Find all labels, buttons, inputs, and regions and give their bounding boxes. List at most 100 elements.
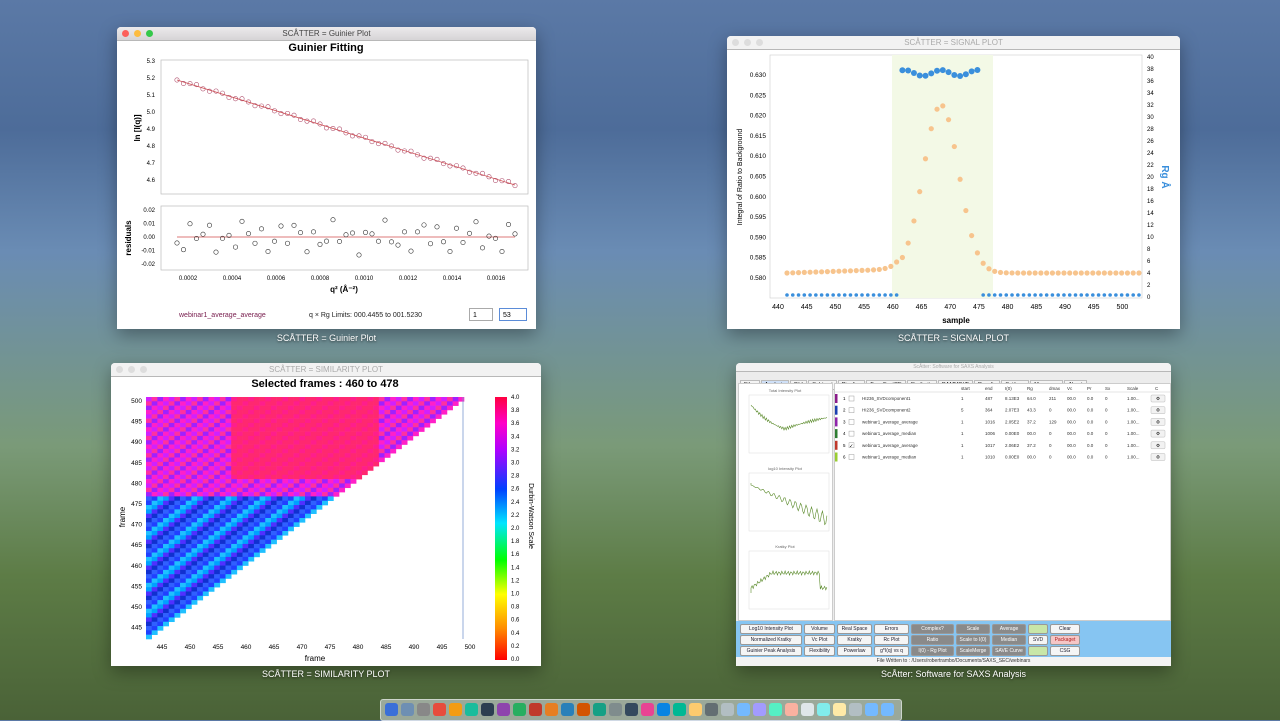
zoom-button[interactable]: [140, 366, 147, 373]
scatter-app-window[interactable]: ScÅtter: Software for SAXS Analysis File…: [736, 363, 1171, 666]
dock-app-icon[interactable]: [609, 703, 622, 716]
dock-app-icon[interactable]: [657, 703, 670, 716]
row-checkbox[interactable]: [848, 430, 855, 437]
dock-app-icon[interactable]: [801, 703, 814, 716]
dock-app-icon[interactable]: [465, 703, 478, 716]
signal-point: [1090, 270, 1096, 276]
btn-blank[interactable]: [1028, 646, 1048, 656]
btn-average[interactable]: Average: [992, 624, 1026, 634]
close-button[interactable]: [732, 39, 739, 46]
minimize-button[interactable]: [128, 366, 135, 373]
btn-vc-plot[interactable]: Vc Plot: [804, 635, 835, 645]
close-button[interactable]: [116, 366, 123, 373]
end-spinner[interactable]: 53: [499, 308, 527, 321]
dock-app-icon[interactable]: [865, 703, 878, 716]
dock-app-icon[interactable]: [529, 703, 542, 716]
btn-real-space[interactable]: Real Space: [837, 624, 872, 634]
btn-save-curve[interactable]: SAVE Curve: [992, 646, 1026, 656]
residual-point: [174, 240, 180, 246]
dock-app-icon[interactable]: [577, 703, 590, 716]
btn-scale[interactable]: Scale: [956, 624, 990, 634]
btn-flexibility[interactable]: Flexibility: [804, 646, 835, 656]
minimize-button[interactable]: [744, 39, 751, 46]
minimize-button[interactable]: [134, 30, 141, 37]
btn-errors[interactable]: Errors: [874, 624, 909, 634]
signal-point: [905, 240, 911, 246]
dock-app-icon[interactable]: [481, 703, 494, 716]
dock-app-icon[interactable]: [417, 703, 430, 716]
color-scale-bar: [495, 397, 507, 660]
row-checkbox[interactable]: [848, 395, 855, 402]
x-tick-label: 495: [1088, 304, 1100, 311]
btn-ratio[interactable]: Ratio: [911, 635, 954, 645]
close-button[interactable]: [122, 30, 129, 37]
dock-app-icon[interactable]: [513, 703, 526, 716]
btn-complex-[interactable]: Complex?: [911, 624, 954, 634]
guinier-window[interactable]: SCÅTTER = Guinier Plot Guinier Fitting l…: [117, 27, 536, 329]
btn-scalemerge[interactable]: ScaleMerge: [956, 646, 990, 656]
dock-app-icon[interactable]: [385, 703, 398, 716]
signal-titlebar[interactable]: SCÅTTER = SIGNAL PLOT: [727, 36, 1180, 50]
btn-svd[interactable]: SVD: [1028, 635, 1048, 645]
btn-clear[interactable]: Clear: [1050, 624, 1080, 634]
dock-app-icon[interactable]: [625, 703, 638, 716]
y-tick-label: 490: [131, 439, 142, 446]
dock-app-icon[interactable]: [817, 703, 830, 716]
x-tick-label: 450: [830, 304, 842, 311]
btn-csg[interactable]: CSG: [1050, 646, 1080, 656]
dock-app-icon[interactable]: [433, 703, 446, 716]
similarity-window[interactable]: SCÅTTER = SIMILARITY PLOT Selected frame…: [111, 363, 541, 666]
dock-app-icon[interactable]: [593, 703, 606, 716]
dock-app-icon[interactable]: [721, 703, 734, 716]
signal-window[interactable]: SCÅTTER = SIGNAL PLOT Integral of Ratio …: [727, 36, 1180, 329]
dataset-table[interactable]: start end I(0) Rg dmax Vc Pr Sx Scale C 1 HI236_SVD…: [834, 383, 1171, 621]
btn-blank[interactable]: [1028, 624, 1048, 634]
btn-scale-to-i-0-[interactable]: Scale to I(0): [956, 635, 990, 645]
app-titlebar[interactable]: ScÅtter: Software for SAXS Analysis: [736, 363, 1171, 372]
btn-powerlaw[interactable]: Powerlaw: [837, 646, 872, 656]
residual-point: [207, 222, 213, 228]
btn-volume[interactable]: Volume: [804, 624, 835, 634]
btn-log10-intensity-plot[interactable]: Log10 Intensity Plot: [740, 624, 802, 634]
btn-g-i-q-vs-q[interactable]: g*I(q) vs q: [874, 646, 909, 656]
dock-app-icon[interactable]: [705, 703, 718, 716]
zoom-button[interactable]: [146, 30, 153, 37]
btn-guinier-peak-analysis[interactable]: Guinier Peak Analysis: [740, 646, 802, 656]
signal-point: [951, 143, 957, 150]
zoom-button[interactable]: [756, 39, 763, 46]
dock-app-icon[interactable]: [785, 703, 798, 716]
resid-tick-label: -0.01: [141, 249, 155, 255]
btn-rc-plot[interactable]: Rc Plot: [874, 635, 909, 645]
dock-app-icon[interactable]: [769, 703, 782, 716]
dock-app-icon[interactable]: [833, 703, 846, 716]
dock-app-icon[interactable]: [881, 703, 894, 716]
y-tick-label: 0.600: [750, 194, 767, 201]
btn-i-0-rg-plot[interactable]: I(0) - Rg Plot: [911, 646, 954, 656]
dock-app-icon[interactable]: [673, 703, 686, 716]
btn-kratky[interactable]: Kratky: [837, 635, 872, 645]
btn-normalized-kratky[interactable]: Normalized Kratky: [740, 635, 802, 645]
residual-point: [265, 248, 271, 254]
dock-app-icon[interactable]: [449, 703, 462, 716]
dock-app-icon[interactable]: [401, 703, 414, 716]
row-checkbox[interactable]: [848, 454, 855, 460]
similarity-titlebar[interactable]: SCÅTTER = SIMILARITY PLOT: [111, 363, 541, 377]
dock-app-icon[interactable]: [689, 703, 702, 716]
dock-app-icon[interactable]: [641, 703, 654, 716]
rg-tick-label: 20: [1147, 175, 1154, 181]
dock-app-icon[interactable]: [497, 703, 510, 716]
dock-app-icon[interactable]: [561, 703, 574, 716]
scale-tick-label: 2.0: [511, 526, 520, 532]
dock-app-icon[interactable]: [737, 703, 750, 716]
guinier-titlebar[interactable]: SCÅTTER = Guinier Plot: [117, 27, 536, 41]
dock-app-icon[interactable]: [849, 703, 862, 716]
signal-point: [836, 268, 842, 274]
row-checkbox[interactable]: [848, 419, 855, 425]
dock-app-icon[interactable]: [753, 703, 766, 716]
row-checkbox[interactable]: [848, 407, 855, 413]
btn-median[interactable]: Median: [992, 635, 1026, 645]
y-tick-label: 4.9: [147, 127, 156, 133]
start-spinner[interactable]: 1: [469, 308, 493, 321]
btn-packaget[interactable]: Packaget: [1050, 635, 1080, 645]
dock-app-icon[interactable]: [545, 703, 558, 716]
